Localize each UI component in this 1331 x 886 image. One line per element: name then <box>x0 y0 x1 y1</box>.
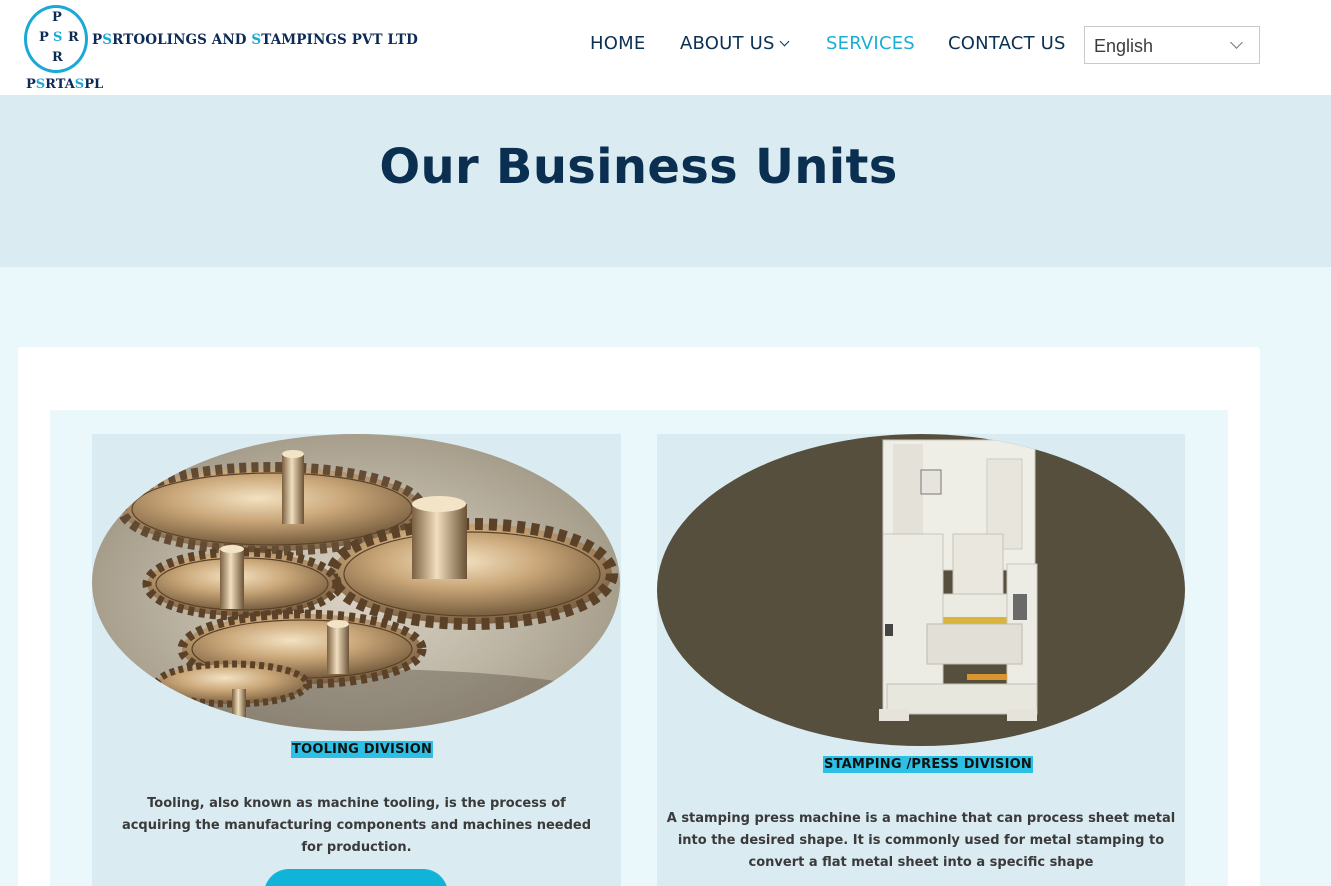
nav-home[interactable]: HOME <box>590 33 645 54</box>
site-header: P P S R R PSRTOOLINGS AND STAMPINGS PVT … <box>0 0 1331 95</box>
page-hero: Our Business Units <box>0 95 1331 267</box>
page-title: Our Business Units <box>379 139 898 195</box>
read-more-button[interactable] <box>264 869 448 886</box>
logo-letter-bottom: R <box>52 50 63 65</box>
nav-services[interactable]: SERVICES <box>826 33 915 54</box>
chevron-down-icon <box>1230 36 1243 49</box>
stamping-division-description: A stamping press machine is a machine th… <box>666 811 1176 870</box>
language-select-value: English <box>1094 36 1154 56</box>
company-name: PSRTOOLINGS AND STAMPINGS PVT LTD <box>92 32 418 48</box>
logo-letter-center: S <box>53 30 63 45</box>
company-logo[interactable]: P P S R R PSRTOOLINGS AND STAMPINGS PVT … <box>22 3 418 93</box>
logo-letter-left: P <box>39 30 49 45</box>
tooling-division-description: Tooling, also known as machine tooling, … <box>121 796 592 855</box>
company-abbreviation: PSRTASPL <box>26 77 104 92</box>
tooling-division-label: TOOLING DIVISION <box>291 741 434 758</box>
logo-letter-right: R <box>68 30 79 45</box>
nav-contact-us[interactable]: CONTACT US <box>948 33 1066 54</box>
brass-gears-image <box>92 434 620 731</box>
chevron-down-icon <box>779 36 790 47</box>
nav-about-us-label: ABOUT US <box>680 33 775 54</box>
stamping-division-label: STAMPING /PRESS DIVISION <box>823 756 1033 773</box>
stamping-press-machine-image <box>657 434 1185 746</box>
language-select[interactable]: English <box>1084 26 1260 64</box>
nav-about-us[interactable]: ABOUT US <box>680 33 790 54</box>
logo-letter-top: P <box>52 10 62 25</box>
